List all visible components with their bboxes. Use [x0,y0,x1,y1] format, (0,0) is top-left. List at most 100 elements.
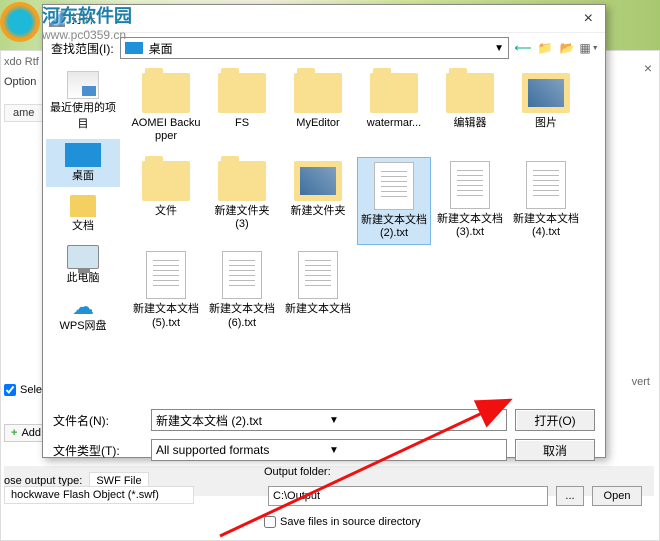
file-item[interactable]: FS [205,69,279,155]
save-in-source-input[interactable] [264,516,276,528]
output-format-dropdown[interactable]: hockwave Flash Object (*.swf) [4,486,194,504]
file-item[interactable]: watermar... [357,69,431,155]
file-item[interactable]: 图片 [509,69,583,155]
filename-value: 新建文本文档 (2).txt [156,412,329,429]
file-item[interactable]: 新建文本文档 [281,247,355,333]
folder-icon [218,161,266,201]
text-file-icon [146,251,186,299]
file-label: 新建文本文档 (3).txt [435,213,505,239]
output-folder-input[interactable] [268,486,548,506]
filetype-row: 文件类型(T): All supported formats ▼ 取消 [53,439,595,461]
site-watermark: 河东软件园 www.pc0359.cn [0,2,132,42]
filetype-value: All supported formats [156,443,329,457]
look-in-value: 桌面 [149,40,173,57]
place-wps[interactable]: ☁ WPS网盘 [46,293,120,337]
dialog-footer: 文件名(N): 新建文本文档 (2).txt ▼ 打开(O) 文件类型(T): … [43,403,605,467]
place-documents[interactable]: 文档 [46,191,120,237]
text-file-icon [450,161,490,209]
new-folder-icon[interactable]: 📂 [559,40,575,56]
place-desktop[interactable]: 桌面 [46,139,120,187]
folder-icon [370,73,418,113]
bg-app-title: xdo Rtf [4,56,39,68]
file-item[interactable]: 文件 [129,157,203,245]
open-folder-button[interactable]: Open [592,486,642,506]
file-item[interactable]: 新建文本文档 (6).txt [205,247,279,333]
file-item[interactable]: 新建文本文档 (2).txt [357,157,431,245]
place-this-pc[interactable]: 此电脑 [46,241,120,289]
file-label: watermar... [367,117,421,130]
look-in-dropdown[interactable]: 桌面 ▼ [120,37,509,59]
file-label: 新建文本文档 (6).txt [207,303,277,329]
file-item[interactable]: 编辑器 [433,69,507,155]
file-label: AOMEI Backupper [131,117,201,143]
folder-icon [142,73,190,113]
file-label: 新建文件夹 (3) [207,205,277,231]
desktop-place-icon [65,143,101,167]
file-label: 新建文件夹 [291,205,346,218]
file-label: 图片 [535,117,557,130]
file-item[interactable]: 新建文件夹 [281,157,355,245]
file-item[interactable]: AOMEI Backupper [129,69,203,155]
nav-back-icon[interactable]: ⟵ [515,40,531,56]
open-button[interactable]: 打开(O) [515,409,595,431]
file-item[interactable]: MyEditor [281,69,355,155]
file-label: 新建文本文档 [285,303,351,316]
select-all-input[interactable] [4,384,16,396]
file-label: 编辑器 [454,117,487,130]
folder-icon [294,73,342,113]
filename-row: 文件名(N): 新建文本文档 (2).txt ▼ 打开(O) [53,409,595,431]
look-in-label: 查找范围(I): [51,40,114,57]
place-recent[interactable]: 最近使用的项目 [46,67,120,135]
watermark-url: www.pc0359.cn [42,28,132,42]
file-label: 新建文本文档 (2).txt [360,214,428,240]
dialog-body: 最近使用的项目 桌面 文档 此电脑 ☁ WPS网盘 AOMEI Backuppe… [43,63,605,403]
dropdown-arrow-icon: ▼ [494,43,504,54]
combo-arrow-icon: ▼ [329,415,502,426]
text-file-icon [222,251,262,299]
file-list[interactable]: AOMEI BackupperFSMyEditor watermar... 编辑器 图… [123,63,605,403]
place-label: 文档 [72,217,94,233]
file-item[interactable]: 新建文本文档 (4).txt [509,157,583,245]
desktop-icon [125,42,143,54]
places-bar: 最近使用的项目 桌面 文档 此电脑 ☁ WPS网盘 [43,63,123,403]
output-folder-label: Output folder: [264,466,331,478]
bg-app-menu-option[interactable]: Option [4,76,36,88]
folder-icon [218,73,266,113]
file-label: 新建文本文档 (5).txt [131,303,201,329]
plus-icon: + [11,427,17,439]
recent-icon [67,71,99,99]
bg-app-close-icon[interactable]: × [644,60,652,76]
browse-button[interactable]: ... [556,486,584,506]
filetype-label: 文件类型(T): [53,442,143,459]
select-all-checkbox[interactable]: Selec [4,384,48,396]
documents-icon [70,195,96,217]
filetype-combobox[interactable]: All supported formats ▼ [151,439,507,461]
text-file-icon [374,162,414,210]
bg-column-name[interactable]: ame [4,104,44,122]
dialog-close-button[interactable]: × [578,10,599,28]
view-menu-icon[interactable]: ▦ [581,40,597,56]
file-item[interactable]: 新建文本文档 (3).txt [433,157,507,245]
folder-icon [294,161,342,201]
watermark-title: 河东软件园 [42,2,132,28]
save-in-source-checkbox[interactable]: Save files in source directory [264,516,421,528]
place-label: 桌面 [72,167,94,183]
place-label: 最近使用的项目 [48,99,118,131]
folder-icon [142,161,190,201]
filename-combobox[interactable]: 新建文本文档 (2).txt ▼ [151,409,507,431]
this-pc-icon [67,245,99,269]
file-item[interactable]: 新建文本文档 (5).txt [129,247,203,333]
nav-up-icon[interactable]: 📁 [537,40,553,56]
folder-icon [522,73,570,113]
convert-button-fragment[interactable]: vert [632,376,650,388]
cancel-button[interactable]: 取消 [515,439,595,461]
nav-toolbar: ⟵ 📁 📂 ▦ [515,40,597,56]
save-in-source-label: Save files in source directory [280,516,421,528]
combo-arrow-icon: ▼ [329,445,502,456]
place-label: WPS网盘 [59,317,106,333]
file-label: 新建文本文档 (4).txt [511,213,581,239]
file-item[interactable]: 新建文件夹 (3) [205,157,279,245]
cloud-icon: ☁ [69,297,97,317]
text-file-icon [526,161,566,209]
file-label: 文件 [155,205,177,218]
